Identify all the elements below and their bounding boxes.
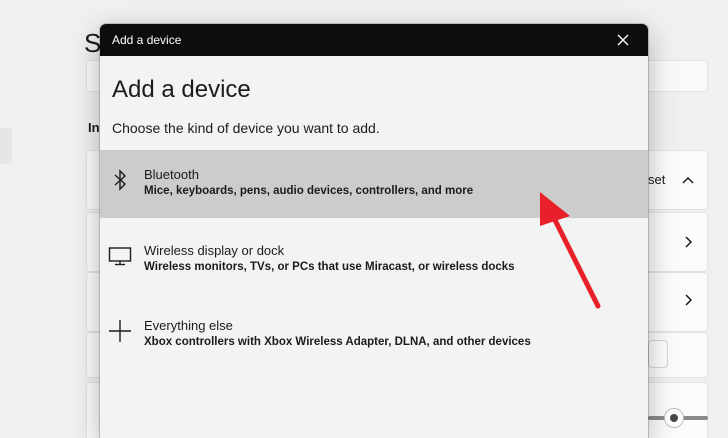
option-title: Everything else: [144, 318, 233, 333]
chevron-right-icon[interactable]: [678, 290, 698, 310]
settings-section-label: In: [88, 120, 100, 135]
settings-button[interactable]: [648, 340, 668, 368]
slider-thumb[interactable]: [664, 408, 684, 428]
close-icon: [617, 34, 629, 46]
option-title: Bluetooth: [144, 167, 199, 182]
dialog-titlebar: Add a device: [100, 24, 648, 56]
settings-page-title: S: [84, 28, 102, 58]
option-bluetooth[interactable]: Bluetooth Mice, keyboards, pens, audio d…: [100, 150, 648, 218]
bluetooth-icon: [106, 166, 134, 194]
reset-label[interactable]: set: [648, 172, 665, 187]
close-button[interactable]: [608, 30, 638, 50]
dialog-subheading: Choose the kind of device you want to ad…: [112, 120, 380, 136]
dialog-heading: Add a device: [112, 76, 251, 103]
option-everything-else[interactable]: Everything else Xbox controllers with Xb…: [100, 301, 648, 369]
plus-icon: [106, 317, 134, 345]
option-description: Mice, keyboards, pens, audio devices, co…: [144, 185, 474, 197]
option-description: Xbox controllers with Xbox Wireless Adap…: [144, 336, 531, 348]
add-device-dialog: Add a device Add a device Choose the kin…: [100, 24, 648, 438]
option-description: Wireless monitors, TVs, or PCs that use …: [144, 261, 515, 273]
nav-selected-indicator: [0, 128, 12, 164]
chevron-right-icon[interactable]: [678, 232, 698, 252]
option-wireless-display[interactable]: Wireless display or dock Wireless monito…: [100, 226, 648, 294]
option-title: Wireless display or dock: [144, 243, 285, 258]
dialog-titlebar-title: Add a device: [112, 33, 182, 47]
chevron-up-icon[interactable]: [678, 170, 698, 190]
monitor-icon: [106, 242, 134, 270]
